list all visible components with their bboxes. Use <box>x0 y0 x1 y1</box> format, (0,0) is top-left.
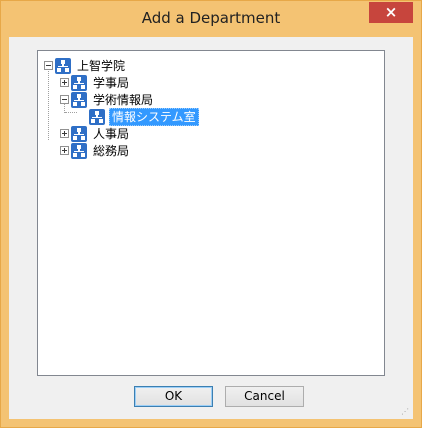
tree-node-department[interactable]: 総務局 <box>60 142 131 159</box>
title-bar[interactable]: Add a Department × <box>1 1 421 37</box>
tree-guide-line <box>65 112 77 113</box>
dialog-title: Add a Department <box>141 9 281 27</box>
org-chart-icon <box>89 108 105 125</box>
tree-node-label[interactable]: 学術情報局 <box>91 92 155 108</box>
org-chart-icon <box>71 142 87 159</box>
org-chart-icon <box>71 74 87 91</box>
tree-node-office-selected[interactable]: 情報システム室 <box>89 107 199 126</box>
tree-node-department[interactable]: 人事局 <box>60 125 131 142</box>
dialog-window: Add a Department × 上智学院 学事局 学術情報局 情報システム… <box>0 0 422 428</box>
tree-node-label[interactable]: 総務局 <box>91 143 131 159</box>
tree-guide-line <box>48 69 49 140</box>
minus-expander-icon[interactable] <box>44 61 53 70</box>
org-chart-icon <box>71 91 87 108</box>
tree-node-label[interactable]: 人事局 <box>91 126 131 142</box>
dialog-client-area: 上智学院 学事局 学術情報局 情報システム室 人事局 総務局 OK Cancel… <box>9 37 413 419</box>
minus-expander-icon[interactable] <box>60 95 69 104</box>
tree-node-label-selected[interactable]: 情報システム室 <box>109 107 199 126</box>
ok-button[interactable]: OK <box>134 386 213 407</box>
org-chart-icon <box>55 57 71 74</box>
close-icon: × <box>384 3 398 21</box>
tree-node-label[interactable]: 上智学院 <box>75 58 127 74</box>
resize-grip-icon[interactable]: ⋰ <box>401 407 411 417</box>
tree-node-root[interactable]: 上智学院 <box>44 57 127 74</box>
close-button[interactable]: × <box>369 2 413 23</box>
department-tree[interactable]: 上智学院 学事局 学術情報局 情報システム室 人事局 総務局 <box>37 50 385 376</box>
tree-node-department[interactable]: 学事局 <box>60 74 131 91</box>
plus-expander-icon[interactable] <box>60 129 69 138</box>
org-chart-icon <box>71 125 87 142</box>
tree-node-department[interactable]: 学術情報局 <box>60 91 155 108</box>
tree-node-label[interactable]: 学事局 <box>91 75 131 91</box>
plus-expander-icon[interactable] <box>60 78 69 87</box>
plus-expander-icon[interactable] <box>60 146 69 155</box>
cancel-button[interactable]: Cancel <box>225 386 304 407</box>
